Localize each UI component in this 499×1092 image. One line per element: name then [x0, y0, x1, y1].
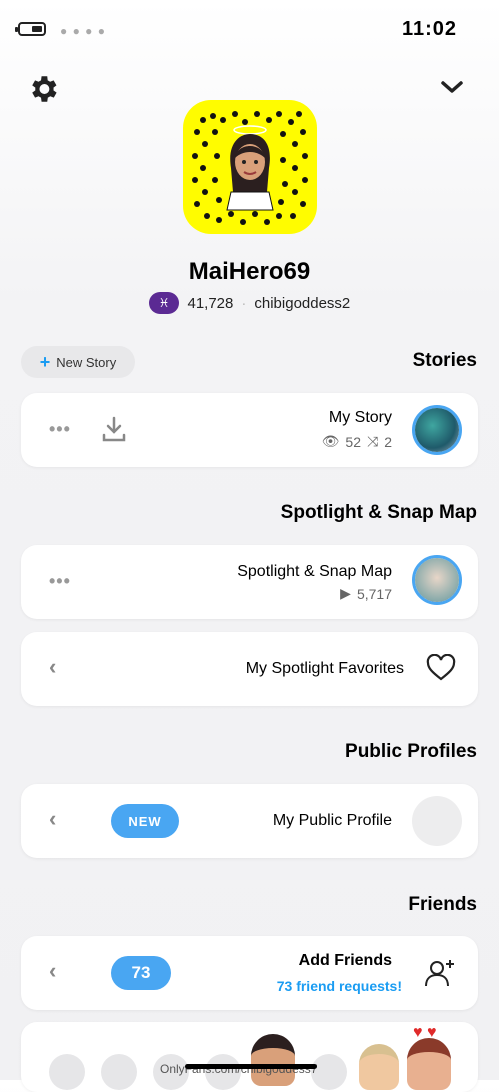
- friends-section-title: Friends: [408, 894, 477, 915]
- snap-score[interactable]: 41,728: [187, 295, 233, 312]
- add-friends-row[interactable]: Add Friends 73 friend requests! 73 ‹: [21, 936, 478, 1010]
- display-name: MaiHero69: [188, 258, 311, 285]
- zodiac-badge[interactable]: ♓: [148, 292, 180, 314]
- play-icon: ▶: [340, 585, 351, 601]
- spotlight-card-title: Spotlight & Snap Map: [237, 563, 392, 580]
- spotlight-stats: ▶ 5,717: [340, 585, 392, 602]
- gear-icon[interactable]: [26, 72, 60, 106]
- battery-icon: [15, 22, 46, 36]
- download-icon[interactable]: [101, 415, 127, 448]
- screenshot-icon: ⤨: [367, 433, 379, 449]
- friend-bitmoji[interactable]: [359, 1044, 399, 1090]
- status-time: 11:02: [402, 18, 458, 40]
- chevron-right-icon: ‹: [49, 958, 57, 983]
- more-icon[interactable]: •••: [49, 419, 71, 440]
- username: chibigoddess2: [254, 294, 351, 312]
- chevron-down-icon[interactable]: [440, 78, 464, 96]
- my-story-card[interactable]: My Story 👁 52 ⤨ 2 •••: [21, 393, 478, 467]
- friend-requests-text: 73 friend requests!: [276, 978, 402, 994]
- spotlight-thumbnail: [412, 555, 462, 605]
- friend-bitmoji[interactable]: [251, 1034, 295, 1086]
- signal-icon: ● ● ● ●: [60, 24, 106, 38]
- my-story-title: My Story: [328, 409, 392, 426]
- new-badge: NEW: [111, 804, 179, 838]
- snapcode[interactable]: [183, 100, 317, 234]
- friend-avatar[interactable]: [49, 1054, 85, 1090]
- eye-icon: 👁: [321, 433, 340, 449]
- friend-bitmoji[interactable]: [407, 1038, 451, 1090]
- add-friends-label: Add Friends: [298, 952, 392, 969]
- spotlight-card[interactable]: Spotlight & Snap Map ▶ 5,717 •••: [21, 545, 478, 619]
- story-thumbnail: [412, 405, 462, 455]
- public-profile-label: My Public Profile: [272, 812, 392, 829]
- plus-icon: +: [39, 351, 51, 372]
- stories-section-title: Stories: [412, 350, 477, 371]
- story-screenshots: 2: [384, 433, 392, 450]
- new-story-button[interactable]: + New Story: [21, 346, 135, 378]
- home-indicator[interactable]: [185, 1064, 317, 1069]
- public-profiles-section-title: Public Profiles: [345, 741, 477, 762]
- hearts-icon: ♥ ♥: [413, 1024, 437, 1041]
- chevron-right-icon: ‹: [49, 654, 57, 679]
- separator-dot: ·: [241, 294, 247, 312]
- spotlight-views: 5,717: [356, 585, 392, 602]
- add-friend-icon: [422, 956, 456, 995]
- spotlight-favorites-row[interactable]: My Spotlight Favorites ‹: [21, 632, 478, 706]
- friends-bitmoji-card[interactable]: ♥ ♥: [21, 1022, 478, 1092]
- spotlight-favorites-label: My Spotlight Favorites: [245, 660, 404, 677]
- chevron-right-icon: ‹: [49, 806, 57, 831]
- public-profile-avatar: [412, 796, 462, 846]
- spotlight-section-title: Spotlight & Snap Map: [280, 502, 477, 523]
- story-stats: 👁 52 ⤨ 2: [322, 433, 392, 450]
- more-icon[interactable]: •••: [49, 571, 71, 592]
- heart-icon: [426, 653, 456, 687]
- friend-avatar[interactable]: [101, 1054, 137, 1090]
- story-views: 52: [345, 433, 361, 450]
- friend-request-count: 73: [111, 956, 171, 990]
- public-profile-row[interactable]: My Public Profile NEW ‹: [21, 784, 478, 858]
- new-story-label: New Story: [56, 354, 117, 370]
- profile-subline: ♓ 41,728 · chibigoddess2: [0, 292, 499, 314]
